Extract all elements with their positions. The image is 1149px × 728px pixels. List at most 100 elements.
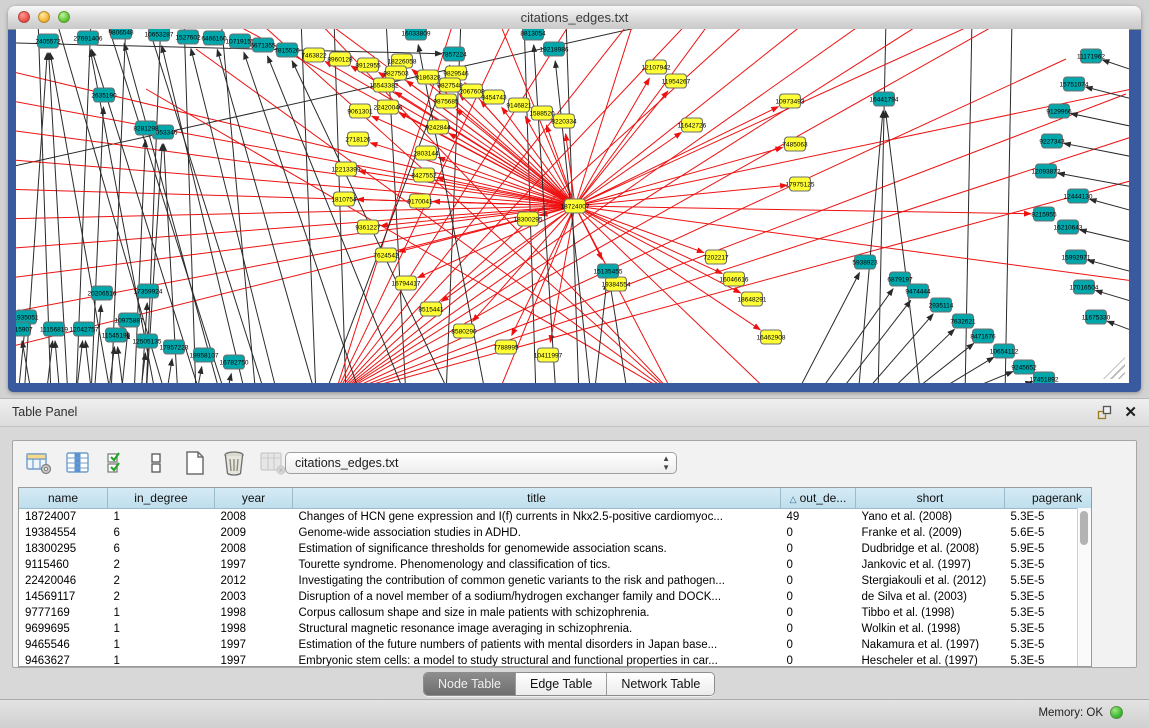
network-node[interactable]: 22420046 <box>374 100 403 114</box>
network-node[interactable]: 9170041 <box>407 194 433 208</box>
table-row[interactable]: 2242004622012Investigating the contribut… <box>19 573 1092 589</box>
network-node[interactable]: 17359924 <box>134 284 163 298</box>
column-header-in-degree[interactable]: in_degree <box>108 488 215 509</box>
network-node[interactable]: 9146821 <box>506 98 532 112</box>
table-selector-dropdown[interactable]: citations_edges.txt ▲▼ <box>285 452 677 474</box>
close-panel-icon[interactable]: ✕ <box>1124 403 1137 421</box>
column-header-name[interactable]: name <box>19 488 108 509</box>
network-node[interactable]: 17957223 <box>160 340 189 354</box>
network-node[interactable]: 9875685 <box>433 94 459 108</box>
network-node[interactable]: 10411997 <box>534 348 563 362</box>
scrollbar-thumb[interactable] <box>1080 511 1088 545</box>
network-node[interactable]: 9061301 <box>347 104 373 118</box>
network-node[interactable]: 27691406 <box>74 31 103 45</box>
network-node[interactable]: 12107942 <box>642 60 671 74</box>
network-node[interactable]: 11675330 <box>1082 310 1111 324</box>
network-node[interactable]: 12505135 <box>133 334 162 348</box>
network-node[interactable]: 9227343 <box>1039 134 1065 148</box>
network-node[interactable]: 19384554 <box>602 277 631 291</box>
network-node[interactable]: 5938923 <box>852 255 878 269</box>
window-titlebar[interactable]: citations_edges.txt <box>8 6 1141 30</box>
column-header-short[interactable]: short <box>856 488 1005 509</box>
table-settings-icon[interactable] <box>25 449 53 477</box>
network-node[interactable]: 7463822 <box>301 48 327 62</box>
table-row[interactable]: 977716911998Corpus callosum shape and si… <box>19 605 1092 621</box>
network-node[interactable]: 11545190 <box>102 328 131 342</box>
network-node[interactable]: 12213399 <box>332 162 361 176</box>
network-node[interactable]: 8813054 <box>520 29 546 40</box>
network-node[interactable]: 11156819 <box>40 322 68 336</box>
network-node[interactable]: 7632621 <box>950 314 976 328</box>
network-node[interactable]: 16782750 <box>220 355 249 369</box>
unselect-all-icon[interactable] <box>142 449 170 477</box>
network-node[interactable]: 17975125 <box>786 177 815 191</box>
network-node[interactable]: 16441794 <box>870 92 899 106</box>
network-node[interactable]: 15135455 <box>594 264 623 278</box>
tab-network-table[interactable]: Network Table <box>607 673 714 695</box>
network-node[interactable]: 8960128 <box>327 52 353 66</box>
table-row[interactable]: 1456911722003Disruption of a novel membe… <box>19 589 1092 605</box>
table-row[interactable]: 1872400712008Changes of HCN gene express… <box>19 509 1092 526</box>
column-header-year[interactable]: year <box>215 488 293 509</box>
network-node[interactable]: 7202217 <box>703 250 729 264</box>
table-row[interactable]: 969969511998Structural magnetic resonanc… <box>19 621 1092 637</box>
float-panel-icon[interactable] <box>1097 405 1113 421</box>
network-node[interactable]: 9806548 <box>108 29 134 39</box>
network-node[interactable]: 15992971 <box>1062 250 1091 264</box>
network-node[interactable]: 6466160 <box>201 31 227 45</box>
network-node[interactable]: 7815526 <box>274 43 300 57</box>
new-table-icon[interactable] <box>181 449 209 477</box>
network-node[interactable]: 15751074 <box>1060 77 1089 91</box>
table-row[interactable]: 911546021997Tourette syndrome. Phenomeno… <box>19 557 1092 573</box>
network-node[interactable]: 18648291 <box>738 292 767 306</box>
network-node[interactable]: 1810754 <box>331 192 357 206</box>
network-node[interactable]: 9361227 <box>355 220 381 234</box>
network-node[interactable]: 9245652 <box>1011 360 1037 374</box>
network-node[interactable]: 18300295 <box>514 212 543 226</box>
network-node[interactable]: 16462908 <box>757 330 786 344</box>
network-node[interactable]: 11642726 <box>678 118 707 132</box>
network-node[interactable]: 8454743 <box>481 90 507 104</box>
network-node[interactable]: 19218986 <box>540 42 569 56</box>
network-canvas[interactable]: 1872400789601288912955182260589827503165… <box>16 29 1129 383</box>
network-node[interactable]: 8281298 <box>133 121 159 135</box>
network-node[interactable]: 18724007 <box>561 199 590 213</box>
table-scrollbar[interactable] <box>1077 508 1091 666</box>
network-node[interactable]: 8580290 <box>451 324 477 338</box>
network-node[interactable]: 7788995 <box>493 340 519 354</box>
network-node[interactable]: 17451892 <box>1030 372 1059 383</box>
network-node[interactable]: 7485063 <box>782 137 808 151</box>
network-node[interactable]: 20206516 <box>88 286 117 300</box>
column-visibility-icon[interactable] <box>64 449 92 477</box>
network-node[interactable]: 10653287 <box>145 29 174 41</box>
network-node[interactable]: 16210643 <box>1054 220 1083 234</box>
network-node[interactable]: 8912955 <box>355 58 381 72</box>
network-node[interactable]: 9242844 <box>425 120 451 134</box>
column-header-out-de-[interactable]: △out_de... <box>781 488 856 509</box>
network-node[interactable]: 16046616 <box>720 272 749 286</box>
network-node[interactable]: 8220334 <box>551 114 577 128</box>
table-row[interactable]: 946362711997Embryonic stem cells: a mode… <box>19 653 1092 667</box>
network-node[interactable]: 12042757 <box>70 322 99 336</box>
column-header-pagerank[interactable]: pagerank <box>1005 488 1093 509</box>
network-node[interactable]: 2803144 <box>413 146 439 160</box>
network-node[interactable]: 9129966 <box>1046 104 1072 118</box>
network-node[interactable]: 2718126 <box>345 132 371 146</box>
network-node[interactable]: 2405572 <box>35 34 61 48</box>
network-node[interactable]: 8515441 <box>418 302 444 316</box>
network-node[interactable]: 11171962 <box>1077 49 1105 63</box>
network-node[interactable]: 2935114 <box>929 298 954 312</box>
network-node[interactable]: 19958107 <box>190 348 219 362</box>
network-node[interactable]: 17016504 <box>1070 280 1099 294</box>
delete-table-icon[interactable] <box>220 449 248 477</box>
network-node[interactable]: 10654112 <box>990 344 1019 358</box>
network-node[interactable]: 10973493 <box>776 94 805 108</box>
tab-node-table[interactable]: Node Table <box>424 673 516 695</box>
network-node[interactable]: 11954267 <box>662 74 691 88</box>
network-node[interactable]: 3915907 <box>16 322 33 336</box>
network-node[interactable]: 9474444 <box>905 284 931 298</box>
tab-edge-table[interactable]: Edge Table <box>516 673 607 695</box>
table-row[interactable]: 1830029562008Estimation of significance … <box>19 541 1092 557</box>
network-node[interactable]: 16543382 <box>370 78 399 92</box>
network-node[interactable]: 16794417 <box>392 276 421 290</box>
